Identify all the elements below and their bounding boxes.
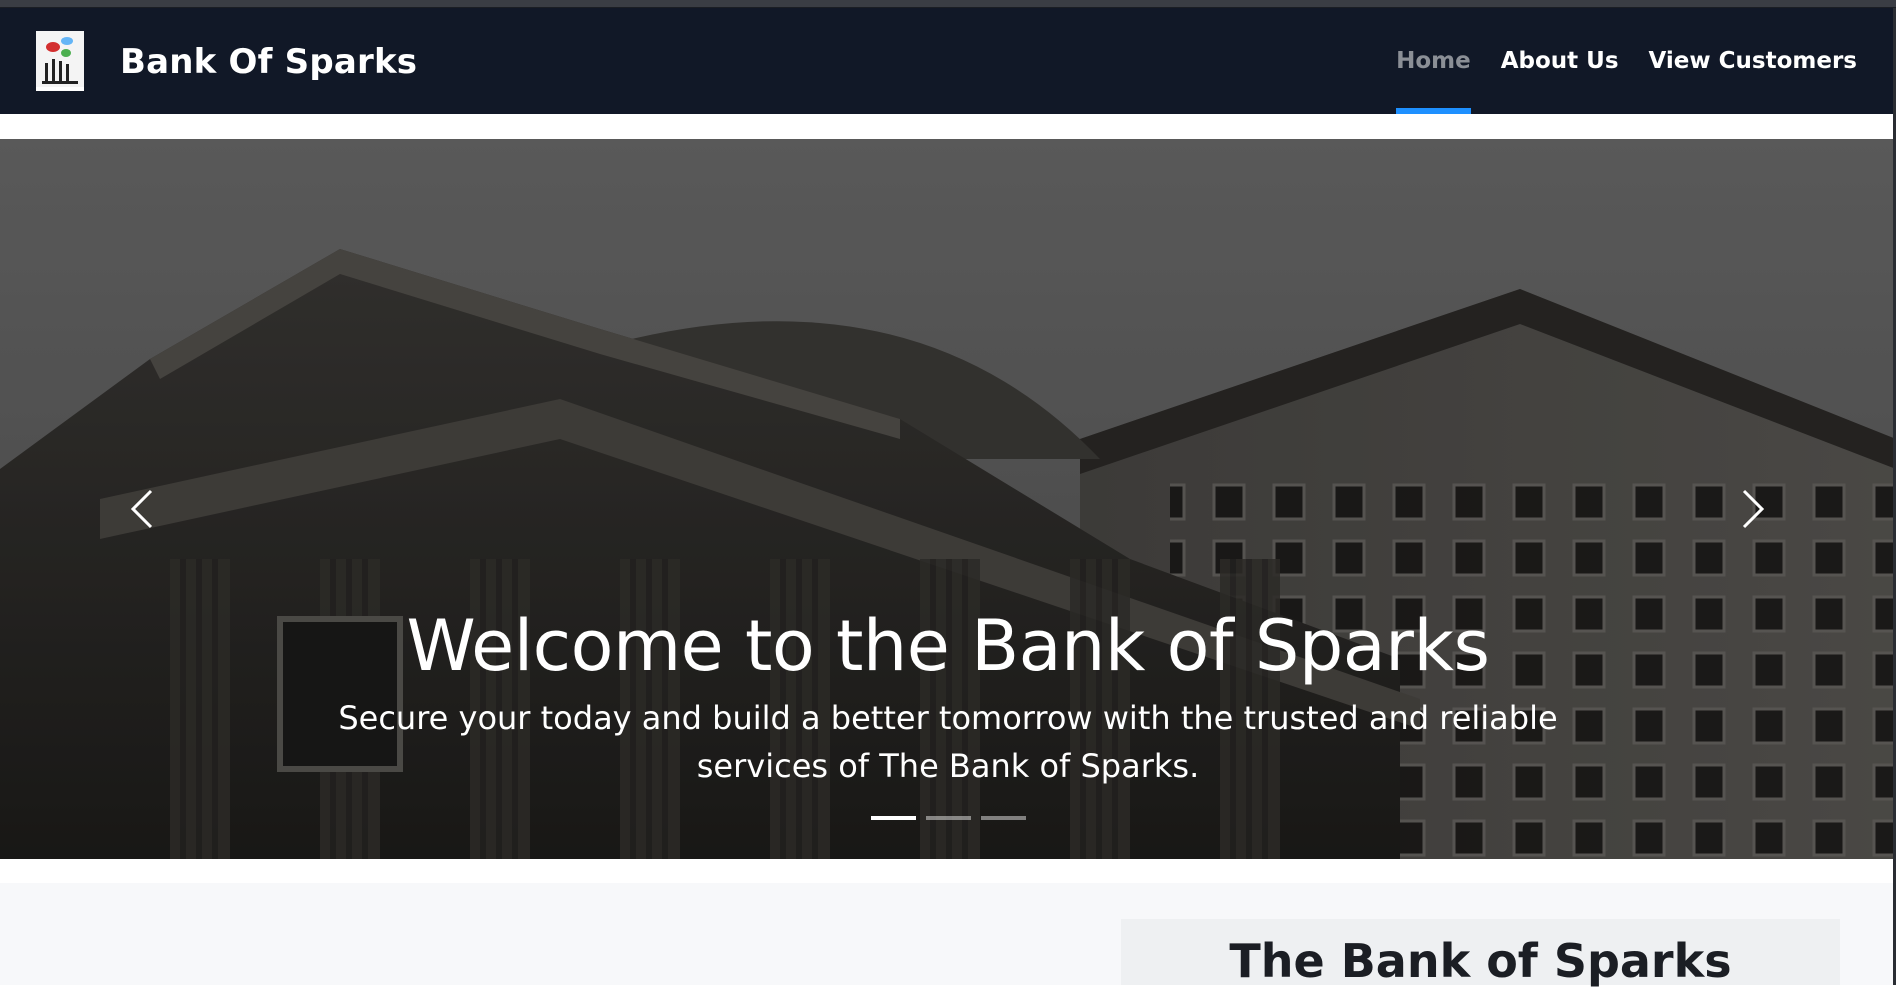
hero-subtitle: Secure your today and build a better tom… [338,699,1558,785]
carousel-indicator-1[interactable] [870,816,916,820]
brand-name[interactable]: Bank Of Sparks [120,42,417,82]
hands-speech-bubbles-icon [36,31,84,87]
carousel-indicator-3[interactable] [980,816,1026,820]
carousel-indicators [0,816,1896,820]
browser-top-strip [0,0,1896,8]
hero-carousel: Welcome to the Bank of Sparks Secure you… [0,139,1896,859]
nav-links: Home About Us View Customers [1381,8,1872,114]
navbar: Bank Of Sparks Home About Us View Custom… [0,8,1896,114]
about-section: The Bank of Sparks [0,883,1896,988]
carousel-next-button[interactable] [1723,479,1783,539]
chevron-right-icon [1742,489,1765,529]
carousel-caption: Welcome to the Bank of Sparks Secure you… [248,604,1648,790]
about-card: The Bank of Sparks [1121,919,1840,988]
brand-logo-icon[interactable] [36,31,84,91]
nav-link-home[interactable]: Home [1381,8,1486,114]
carousel-prev-button[interactable] [112,479,172,539]
nav-link-about-us[interactable]: About Us [1486,8,1634,114]
nav-link-view-customers[interactable]: View Customers [1634,8,1872,114]
chevron-left-icon [130,489,153,529]
about-title: The Bank of Sparks [1229,934,1732,988]
carousel-indicator-2[interactable] [925,816,971,820]
hero-title: Welcome to the Bank of Sparks [406,605,1490,687]
